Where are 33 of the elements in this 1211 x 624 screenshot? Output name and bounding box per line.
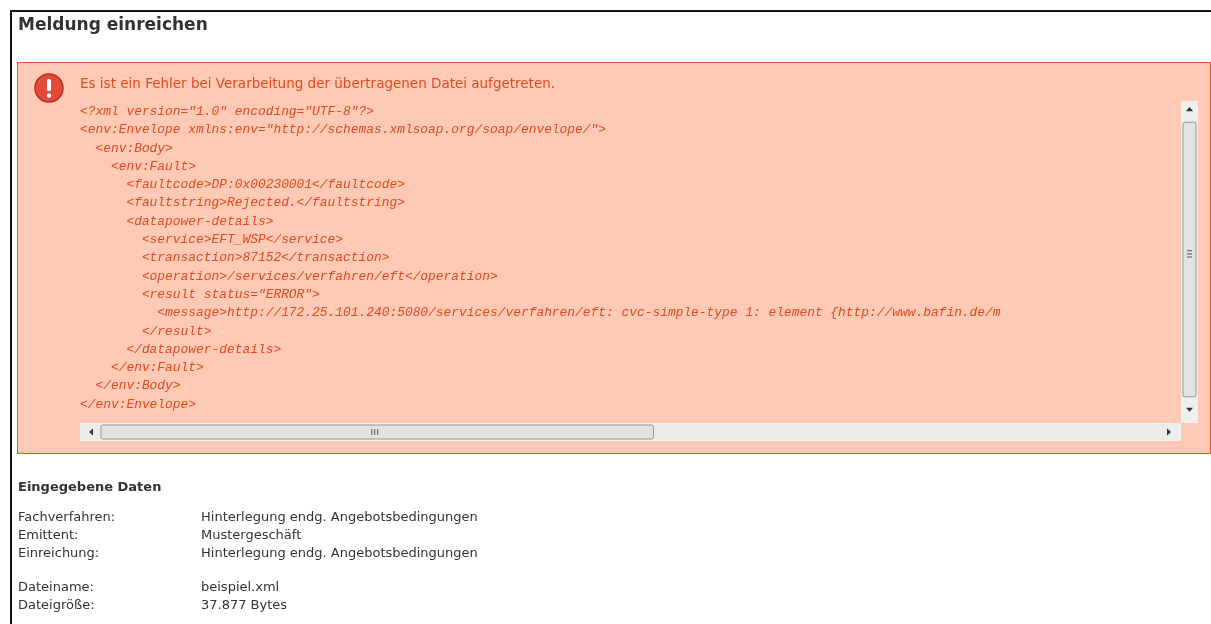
- code-line: <message>http://172.25.101.240:5080/services/verfahren/eft: cvc-simple-type 1: element {http://www.bafin.de/m: [156, 304, 1002, 323]
- error-message: Es ist ein Fehler bei Verarbeitung der übertragenen Datei aufgetreten.: [80, 74, 557, 93]
- code-line: <datapower-details>: [125, 212, 275, 231]
- error-icon: [34, 73, 64, 103]
- page-title: Meldung einreichen: [17, 13, 209, 36]
- code-line: <result status="ERROR">: [140, 285, 321, 304]
- code-line: <transaction>87152</transaction>: [140, 249, 391, 268]
- code-line: </env:Fault>: [109, 359, 205, 378]
- code-line: <operation>/services/verfahren/eft</operation>: [140, 267, 499, 286]
- field-value: Hinterlegung endg. Angebotsbedingungen: [201, 544, 478, 562]
- code-line: <env:Body>: [94, 139, 174, 158]
- field-label: Einreichung:: [18, 544, 101, 562]
- section-heading: Eingegebene Daten: [18, 479, 163, 494]
- code-line: <env:Fault>: [109, 157, 198, 176]
- field-label: Dateiname:: [18, 578, 95, 596]
- code-line: <env:Envelope xmlns:env="http://schemas.xmlsoap.org/soap/envelope/">: [80, 121, 608, 140]
- code-line: <faultcode>DP:0x00230001</faultcode>: [125, 176, 406, 195]
- code-line: </result>: [140, 322, 213, 341]
- code-line: </env:Body>: [94, 377, 182, 396]
- field-label: Emittent:: [18, 526, 80, 544]
- code-line: <service>EFT_WSP</service>: [140, 231, 344, 250]
- code-line: </datapower-details>: [125, 340, 283, 359]
- horizontal-scrollbar[interactable]: [80, 423, 1181, 441]
- code-line: </env:Envelope>: [80, 395, 198, 414]
- code-line: <faultstring>Rejected.</faultstring>: [125, 194, 406, 213]
- code-line: <?xml version="1.0" encoding="UTF-8"?>: [80, 103, 375, 121]
- field-value: Hinterlegung endg. Angebotsbedingungen: [201, 508, 478, 526]
- vertical-scrollbar[interactable]: [1181, 101, 1198, 423]
- field-value: 37.877 Bytes: [201, 596, 288, 614]
- field-label: Fachverfahren:: [18, 508, 117, 526]
- field-value: Mustergeschäft: [201, 526, 303, 544]
- field-label: Dateigröße:: [18, 596, 96, 614]
- field-value: beispiel.xml: [201, 578, 281, 596]
